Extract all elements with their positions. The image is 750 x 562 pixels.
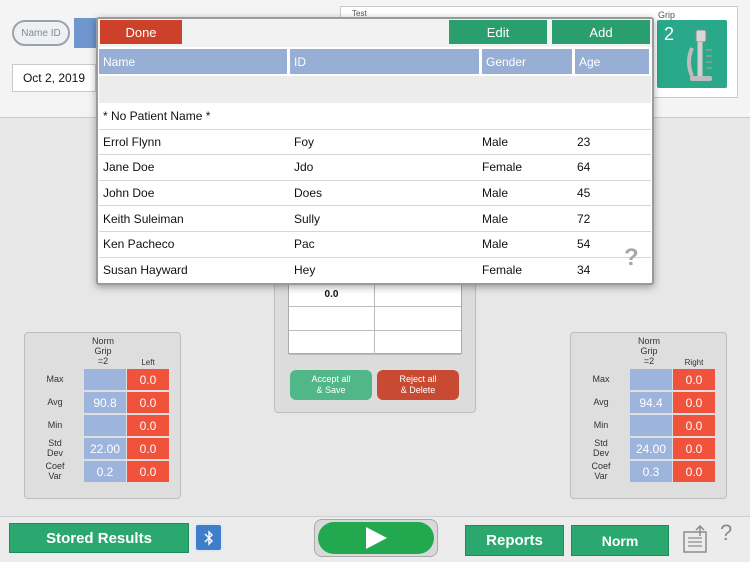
reject-all-delete-button[interactable]: Reject all & Delete [377, 370, 459, 400]
norm-min [84, 415, 126, 436]
left-std-dev: 0.0 [127, 438, 169, 459]
patient-list: * No Patient Name * Errol Flynn Foy Male… [99, 104, 651, 283]
trial-cell [375, 307, 461, 331]
patient-id: Jdo [294, 160, 314, 175]
column-header-gender[interactable]: Gender [482, 49, 572, 74]
patient-name: Keith Suleiman [103, 211, 184, 226]
norm-header: Norm Grip =2 [92, 336, 114, 366]
patient-row[interactable]: Jane Doe Jdo Female 64 [99, 155, 651, 181]
row-label-coef-var: Coef Var [45, 461, 65, 481]
row-label-min: Min [593, 420, 609, 430]
patient-name: Ken Pacheco [103, 237, 175, 252]
patient-name: Susan Hayward [103, 263, 188, 278]
play-icon [366, 527, 387, 549]
row-label-min: Min [47, 420, 63, 430]
trial-results-grid: 0.0 [288, 282, 462, 355]
trial-cell [289, 307, 375, 331]
grip-label: Grip [658, 10, 676, 20]
left-hand-stats-panel: Norm Grip =2 Left Max 0.0 Avg 90.8 0.0 M… [24, 332, 181, 499]
patient-gender: Male [482, 237, 509, 252]
norm-header: Norm Grip =2 [638, 336, 660, 366]
name-field-edge[interactable] [74, 18, 98, 48]
trial-cell [289, 331, 375, 355]
right-min: 0.0 [673, 415, 715, 436]
patient-id: Hey [294, 263, 316, 278]
norm-std-dev: 22.00 [84, 438, 126, 459]
add-patient-button[interactable]: Add [552, 20, 650, 44]
help-icon[interactable]: ? [624, 244, 639, 272]
row-label-max: Max [46, 374, 64, 384]
patient-gender: Male [482, 186, 509, 201]
stored-results-button[interactable]: Stored Results [9, 523, 189, 553]
left-min: 0.0 [127, 415, 169, 436]
row-label-max: Max [592, 374, 610, 384]
patient-id: Sully [294, 211, 321, 226]
left-header: Left [141, 358, 155, 367]
trial-cell [375, 283, 461, 307]
patient-age: 64 [577, 160, 591, 175]
patient-name: John Doe [103, 186, 155, 201]
patient-id: Does [294, 186, 323, 201]
patient-gender: Male [482, 134, 509, 149]
row-label-std-dev: Std Dev [46, 438, 63, 458]
patient-row[interactable]: Susan Hayward Hey Female 34 [99, 258, 651, 284]
patient-gender: Male [482, 211, 509, 226]
norm-std-dev: 24.00 [630, 438, 672, 459]
right-max: 0.0 [673, 369, 715, 390]
row-label-std-dev: Std Dev [592, 438, 609, 458]
grip-position-number: 2 [664, 24, 675, 44]
start-test-button[interactable] [318, 522, 434, 554]
norm-avg: 94.4 [630, 392, 672, 413]
norm-button[interactable]: Norm [571, 525, 669, 556]
patient-age: 45 [577, 186, 591, 201]
column-header-age[interactable]: Age [575, 49, 649, 74]
export-icon[interactable] [682, 524, 712, 559]
dynamometer-icon [682, 26, 722, 93]
column-header-id[interactable]: ID [290, 49, 479, 74]
patient-name: Errol Flynn [103, 134, 162, 149]
help-icon[interactable]: ? [720, 520, 732, 546]
patient-filter-row[interactable] [99, 76, 651, 103]
trial-cell: 0.0 [289, 283, 375, 307]
right-hand-stats-panel: Norm Grip =2 Right Max 0.0 Avg 94.4 0.0 … [570, 332, 727, 499]
right-coef-var: 0.0 [673, 461, 715, 482]
norm-coef-var: 0.3 [630, 461, 672, 482]
norm-min [630, 415, 672, 436]
left-coef-var: 0.0 [127, 461, 169, 482]
norm-avg: 90.8 [84, 392, 126, 413]
patient-name: * No Patient Name * [103, 109, 211, 124]
patient-gender: Female [482, 263, 523, 278]
reports-button[interactable]: Reports [465, 525, 564, 556]
patient-age: 72 [577, 211, 591, 226]
row-label-avg: Avg [47, 397, 63, 407]
patient-row[interactable]: John Doe Does Male 45 [99, 181, 651, 207]
norm-max [630, 369, 672, 390]
bluetooth-icon[interactable] [194, 523, 223, 552]
patient-row[interactable]: * No Patient Name * [99, 104, 651, 130]
left-max: 0.0 [127, 369, 169, 390]
date-field[interactable]: Oct 2, 2019 [12, 64, 96, 92]
done-button[interactable]: Done [100, 20, 182, 44]
row-label-coef-var: Coef Var [591, 461, 611, 481]
patient-id: Pac [294, 237, 315, 252]
right-std-dev: 0.0 [673, 438, 715, 459]
trial-cell [375, 331, 461, 355]
patient-row[interactable]: Ken Pacheco Pac Male 54 [99, 232, 651, 258]
patient-id: Foy [294, 134, 315, 149]
column-header-name[interactable]: Name [99, 49, 287, 74]
norm-coef-var: 0.2 [84, 461, 126, 482]
row-label-avg: Avg [593, 397, 609, 407]
patient-name: Jane Doe [103, 160, 155, 175]
right-header: Right [684, 358, 704, 367]
patient-age: 23 [577, 134, 591, 149]
accept-all-save-button[interactable]: Accept all & Save [290, 370, 372, 400]
edit-button[interactable]: Edit [449, 20, 547, 44]
patient-row[interactable]: Keith Suleiman Sully Male 72 [99, 206, 651, 232]
patient-gender: Female [482, 160, 523, 175]
left-avg: 0.0 [127, 392, 169, 413]
patient-row[interactable]: Errol Flynn Foy Male 23 [99, 130, 651, 156]
name-id-toggle[interactable]: Name ID [12, 20, 70, 46]
norm-max [84, 369, 126, 390]
right-avg: 0.0 [673, 392, 715, 413]
